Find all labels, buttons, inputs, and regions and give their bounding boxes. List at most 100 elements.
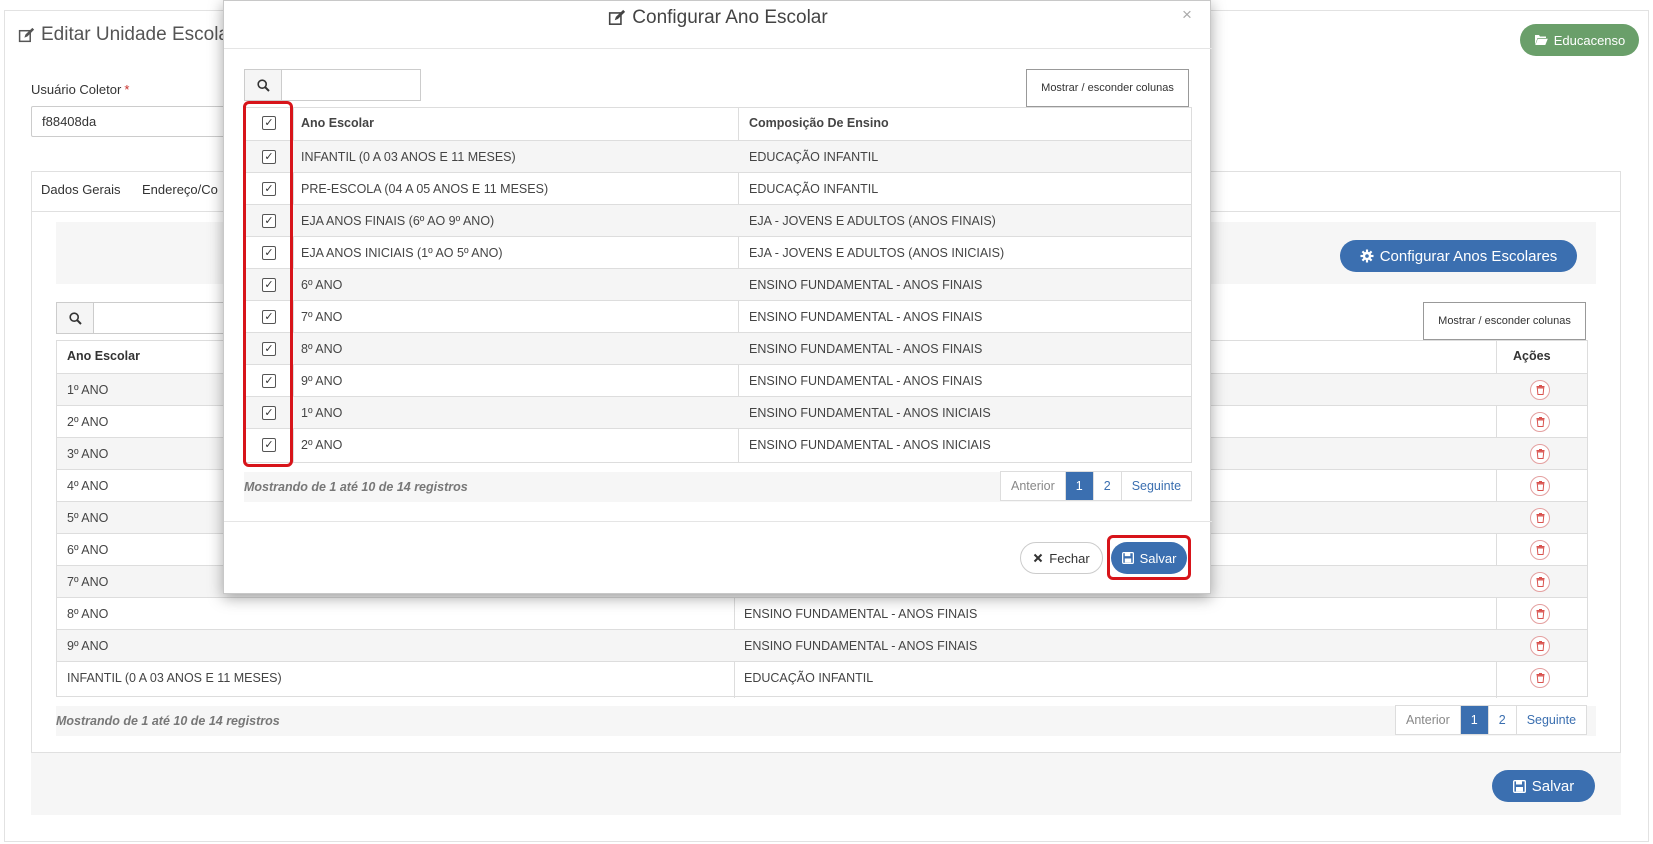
- required-marker: *: [124, 82, 130, 97]
- cell-composicao: ENSINO FUNDAMENTAL - ANOS FINAIS: [744, 607, 978, 621]
- cell-composicao: ENSINO FUNDAMENTAL - ANOS FINAIS: [749, 374, 983, 388]
- folder-open-icon: [1534, 35, 1548, 45]
- table-row: 8º ANO ENSINO FUNDAMENTAL - ANOS FINAIS: [57, 597, 1587, 630]
- pagination-page-1[interactable]: 1: [1459, 706, 1488, 734]
- cell-ano-escolar: 9º ANO: [301, 374, 343, 388]
- cell-ano-escolar: EJA ANOS FINAIS (6º AO 9º ANO): [301, 214, 495, 228]
- delete-row-button[interactable]: [1530, 412, 1550, 432]
- table-row: INFANTIL (0 A 03 ANOS E 11 MESES) EDUCAÇÃ…: [57, 661, 1587, 694]
- trash-icon: [1536, 545, 1544, 555]
- close-button-label: Fechar: [1049, 550, 1090, 566]
- cell-ano-escolar: 3º ANO: [67, 447, 109, 461]
- edit-icon: [18, 27, 35, 42]
- column-header-ano-escolar: Ano Escolar: [301, 116, 374, 130]
- cell-ano-escolar: 6º ANO: [67, 543, 109, 557]
- cell-ano-escolar: 2º ANO: [301, 438, 343, 452]
- modal-pagination: Anterior 1 2 Seguinte: [1000, 471, 1193, 501]
- table-row: ✓ 7º ANO ENSINO FUNDAMENTAL - ANOS FINAIS: [245, 300, 1191, 333]
- pagination-previous[interactable]: Anterior: [1396, 706, 1460, 734]
- delete-row-button[interactable]: [1530, 572, 1550, 592]
- table-row: ✓ EJA ANOS FINAIS (6º AO 9º ANO) EJA - JOV…: [245, 204, 1191, 237]
- educacenso-button[interactable]: Educacenso: [1520, 24, 1639, 56]
- cell-ano-escolar: EJA ANOS INICIAIS (1º AO 5º ANO): [301, 246, 503, 260]
- collector-label: Usuário Coletor *: [31, 82, 129, 97]
- trash-icon: [1536, 641, 1544, 651]
- cell-ano-escolar: INFANTIL (0 A 03 ANOS E 11 MESES): [301, 150, 516, 164]
- table-row: ✓ INFANTIL (0 A 03 ANOS E 11 MESES) EDUCAÇ…: [245, 140, 1191, 173]
- table-row: ✓ 1º ANO ENSINO FUNDAMENTAL - ANOS INICIAI…: [245, 396, 1191, 429]
- x-icon: [1034, 553, 1043, 563]
- cell-composicao: ENSINO FUNDAMENTAL - ANOS FINAIS: [749, 278, 983, 292]
- search-input[interactable]: [93, 302, 233, 334]
- configure-school-years-button[interactable]: Configurar Anos Escolares: [1340, 240, 1577, 272]
- delete-row-button[interactable]: [1530, 636, 1550, 656]
- pagination-previous[interactable]: Anterior: [1001, 472, 1065, 500]
- trash-icon: [1536, 385, 1544, 395]
- save-label: Salvar: [1531, 777, 1575, 795]
- cell-ano-escolar: 6º ANO: [301, 278, 343, 292]
- cell-ano-escolar: 8º ANO: [301, 342, 343, 356]
- cell-ano-escolar: PRE-ESCOLA (04 A 05 ANOS E 11 MESES): [301, 182, 549, 196]
- cell-ano-escolar: 1º ANO: [301, 406, 343, 420]
- cell-ano-escolar: 7º ANO: [67, 575, 109, 589]
- cell-composicao: EJA - JOVENS E ADULTOS (ANOS FINAIS): [749, 214, 996, 228]
- save-button-highlight: [1107, 535, 1191, 580]
- pagination-page-2[interactable]: 2: [1092, 472, 1121, 500]
- configure-school-year-modal: Configurar Ano Escolar × Mostrar / escon…: [223, 0, 1212, 594]
- tab-endereco[interactable]: Endereço/Co: [142, 182, 218, 197]
- floppy-icon: [1512, 779, 1526, 793]
- trash-icon: [1536, 481, 1544, 491]
- modal-footer-divider: [224, 521, 1212, 522]
- cell-ano-escolar: INFANTIL (0 A 03 ANOS E 11 MESES): [67, 671, 282, 685]
- close-button[interactable]: Fechar: [1020, 542, 1103, 574]
- cell-composicao: ENSINO FUNDAMENTAL - ANOS INICIAIS: [749, 438, 991, 452]
- trash-icon: [1536, 417, 1544, 427]
- save-button[interactable]: Salvar: [1492, 770, 1595, 802]
- search-icon: [68, 311, 82, 325]
- column-header-acoes: Ações: [1513, 349, 1551, 363]
- tab-dados-gerais[interactable]: Dados Gerais: [41, 182, 120, 197]
- modal-search-addon: [244, 69, 282, 101]
- close-icon[interactable]: ×: [1182, 5, 1192, 25]
- table-row: ✓ 9º ANO ENSINO FUNDAMENTAL - ANOS FINAIS: [245, 364, 1191, 397]
- delete-row-button[interactable]: [1530, 380, 1550, 400]
- cell-ano-escolar: 4º ANO: [67, 479, 109, 493]
- configure-school-years-label: Configurar Anos Escolares: [1379, 247, 1558, 265]
- trash-icon: [1536, 513, 1544, 523]
- cell-ano-escolar: 1º ANO: [67, 383, 109, 397]
- modal-school-years-table: ✓ Ano Escolar Composição De Ensino ✓ INFA…: [244, 107, 1192, 463]
- modal-show-hide-columns-button[interactable]: Mostrar / esconder colunas: [1026, 69, 1189, 107]
- delete-row-button[interactable]: [1530, 444, 1550, 464]
- gear-icon: [1360, 249, 1374, 263]
- pagination-next[interactable]: Seguinte: [1120, 472, 1191, 500]
- pagination-page-1[interactable]: 1: [1064, 472, 1093, 500]
- cell-composicao: ENSINO FUNDAMENTAL - ANOS FINAIS: [744, 639, 978, 653]
- delete-row-button[interactable]: [1530, 508, 1550, 528]
- educacenso-label: Educacenso: [1553, 32, 1626, 48]
- cell-composicao: EDUCAÇÃO INFANTIL: [749, 182, 879, 196]
- cell-ano-escolar: 8º ANO: [67, 607, 109, 621]
- cell-ano-escolar: 9º ANO: [67, 639, 109, 653]
- modal-header-divider: [224, 48, 1212, 49]
- edit-icon: [609, 9, 626, 25]
- trash-icon: [1536, 449, 1544, 459]
- delete-row-button[interactable]: [1530, 668, 1550, 688]
- cell-ano-escolar: 7º ANO: [301, 310, 343, 324]
- page-title-text: Editar Unidade Escolar: [41, 24, 236, 45]
- show-hide-columns-button[interactable]: Mostrar / esconder colunas: [1423, 302, 1586, 340]
- modal-table-header-row: ✓ Ano Escolar Composição De Ensino: [245, 107, 1191, 140]
- pagination-page-2[interactable]: 2: [1487, 706, 1516, 734]
- search-icon: [256, 78, 270, 92]
- checkbox-column-highlight: [243, 101, 293, 467]
- page-title: Editar Unidade Escolar: [18, 24, 235, 46]
- delete-row-button[interactable]: [1530, 540, 1550, 560]
- cell-ano-escolar: 5º ANO: [67, 511, 109, 525]
- pagination-next[interactable]: Seguinte: [1515, 706, 1586, 734]
- delete-row-button[interactable]: [1530, 604, 1550, 624]
- modal-title-text: Configurar Ano Escolar: [632, 7, 828, 28]
- trash-icon: [1536, 577, 1544, 587]
- pagination: Anterior 1 2 Seguinte: [1395, 705, 1588, 735]
- modal-search-input[interactable]: [281, 69, 421, 101]
- delete-row-button[interactable]: [1530, 476, 1550, 496]
- table-row: ✓ 6º ANO ENSINO FUNDAMENTAL - ANOS FINAIS: [245, 268, 1191, 301]
